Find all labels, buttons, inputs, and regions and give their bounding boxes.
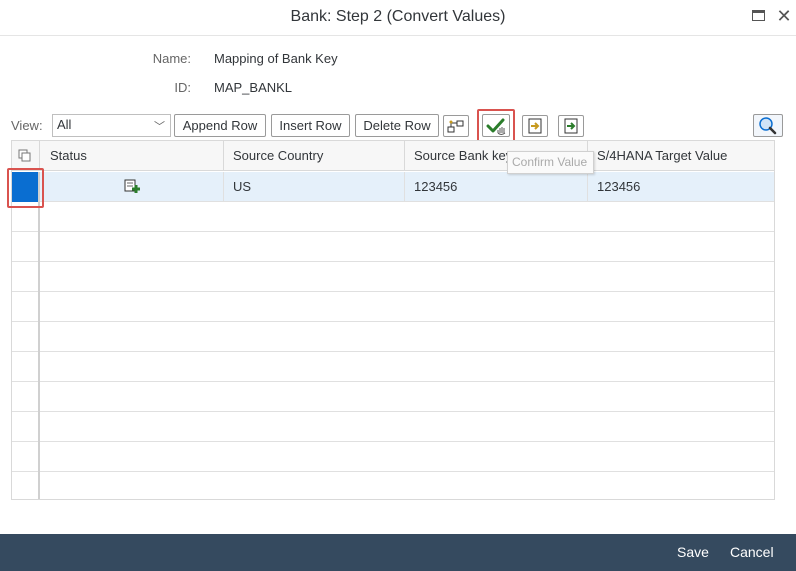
row-selector[interactable] (12, 352, 40, 382)
id-label: ID: (174, 80, 191, 95)
column-header-target-value[interactable]: S/4HANA Target Value (588, 141, 774, 171)
view-select-value: All (57, 117, 72, 132)
table-row[interactable] (12, 202, 774, 232)
search-icon[interactable] (753, 114, 783, 137)
column-header-source-country[interactable]: Source Country (224, 141, 405, 171)
table-row[interactable]: US 123456 123456 (12, 172, 774, 202)
chevron-down-icon: ﹀ (154, 121, 165, 133)
table-row[interactable] (12, 292, 774, 322)
row-selector[interactable] (12, 292, 40, 322)
table-row[interactable] (12, 412, 774, 442)
name-label: Name: (152, 51, 191, 66)
select-all-icon[interactable] (12, 141, 40, 171)
cancel-button[interactable]: Cancel (730, 544, 774, 560)
import-icon[interactable] (522, 115, 548, 137)
name-value: Mapping of Bank Key (214, 51, 338, 66)
mapping-table: Status Source Country Source Bank key S/… (11, 140, 775, 500)
row-selector[interactable] (12, 442, 40, 472)
row-selector[interactable] (12, 472, 40, 499)
row-selector[interactable] (12, 322, 40, 352)
export-icon[interactable] (558, 115, 584, 137)
row-selector[interactable] (12, 382, 40, 412)
table-toolbar: View: All ﹀ Append Row Insert Row Delete… (11, 114, 787, 138)
id-value: MAP_BANKL (214, 80, 293, 95)
table-row[interactable] (12, 262, 774, 292)
row-selector[interactable] (12, 262, 40, 292)
delete-row-button[interactable]: Delete Row (355, 114, 439, 137)
table-row[interactable] (12, 472, 774, 499)
table-row[interactable] (12, 232, 774, 262)
append-row-button[interactable]: Append Row (174, 114, 266, 137)
view-label: View: (11, 118, 43, 133)
row-selector[interactable] (12, 232, 40, 262)
hierarchy-icon[interactable] (443, 115, 469, 137)
table-header: Status Source Country Source Bank key S/… (12, 141, 774, 171)
maximize-icon[interactable] (749, 6, 769, 26)
table-row[interactable] (12, 322, 774, 352)
row-selector-highlight (7, 168, 44, 208)
dialog-titlebar: Bank: Step 2 (Convert Values) ✕ (0, 0, 796, 36)
confirm-value-tooltip: Confirm Value (507, 151, 594, 174)
table-row[interactable] (12, 352, 774, 382)
cell-source-bank-key[interactable]: 123456 (405, 172, 588, 202)
table-row[interactable] (12, 442, 774, 472)
close-icon[interactable]: ✕ (774, 6, 794, 26)
save-button[interactable]: Save (677, 544, 709, 560)
dialog-footer: Save Cancel (0, 534, 796, 571)
confirm-button-highlight (477, 109, 515, 142)
view-select[interactable]: All ﹀ (52, 114, 171, 137)
row-selector[interactable] (12, 412, 40, 442)
table-row[interactable] (12, 382, 774, 412)
insert-row-button[interactable]: Insert Row (271, 114, 350, 137)
cell-source-country[interactable]: US (224, 172, 405, 202)
column-header-status[interactable]: Status (41, 141, 224, 171)
status-add-icon (41, 172, 224, 202)
dialog-title: Bank: Step 2 (Convert Values) (290, 8, 506, 25)
cell-target-value[interactable]: 123456 (588, 172, 774, 202)
